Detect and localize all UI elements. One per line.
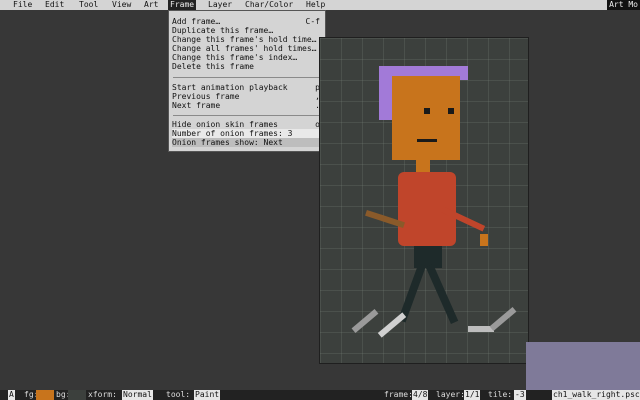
layer-label: layer:: [436, 390, 465, 399]
bg-swatch[interactable]: [68, 390, 86, 400]
menu-item-duplicate-frame[interactable]: Duplicate this frame…: [172, 26, 322, 35]
menu-help[interactable]: Help: [304, 0, 327, 10]
menu-art[interactable]: Art: [142, 0, 160, 10]
menu-item-change-hold-time[interactable]: Change this frame's hold time…: [172, 35, 322, 44]
fg-swatch[interactable]: [36, 390, 54, 400]
character-leg-right: [425, 264, 459, 324]
frame-label: frame:: [384, 390, 413, 399]
menu-item-onion-frame-count[interactable]: Number of onion frames: 3: [172, 129, 322, 138]
character-eye: [424, 108, 430, 114]
character-neck: [416, 160, 430, 172]
menu-item-delete-frame[interactable]: Delete this frame: [172, 62, 322, 71]
menu-frame[interactable]: Frame: [168, 0, 197, 10]
menu-tool[interactable]: Tool: [77, 0, 100, 10]
current-char[interactable]: A: [8, 390, 15, 400]
frame-menu-dropdown: Add frame… C-f Duplicate this frame… Chan…: [168, 10, 326, 152]
tool-label: tool:: [166, 390, 191, 399]
tile-label: tile:: [488, 390, 513, 399]
menu-item-next-frame[interactable]: Next frame.: [172, 101, 322, 110]
character-shoe: [489, 307, 517, 331]
art-canvas[interactable]: [319, 37, 529, 364]
tile-value[interactable]: -3: [514, 390, 526, 400]
menu-separator: [173, 77, 321, 78]
menu-item-onion-frames-show[interactable]: Onion frames show: Next: [172, 138, 322, 147]
mode-indicator: Art Mo: [607, 0, 640, 10]
frame-preview-icon: [526, 342, 640, 390]
menu-item-change-all-hold-times[interactable]: Change all frames' hold times…: [172, 44, 322, 53]
menu-item-hide-onion-skin[interactable]: Hide onion skin frames o: [172, 120, 322, 129]
menu-bar: File Edit Tool View Art Frame Layer Char…: [0, 0, 640, 10]
frame-value[interactable]: 4/8: [412, 390, 429, 400]
character-mouth: [417, 139, 437, 142]
xform-label: xform:: [88, 390, 117, 399]
menu-edit[interactable]: Edit: [43, 0, 66, 10]
character-eye: [448, 108, 454, 114]
character-hand: [480, 234, 488, 246]
character-shoe: [351, 309, 379, 333]
xform-value[interactable]: Normal: [122, 390, 153, 400]
status-bar: A fg: bg: xform: Normal tool: Paint fram…: [0, 390, 640, 400]
menu-separator: [173, 115, 321, 116]
menu-item-start-playback[interactable]: Start animation playback p: [172, 83, 322, 92]
layer-value[interactable]: 1/1: [464, 390, 481, 400]
menu-view[interactable]: View: [110, 0, 133, 10]
character-head: [392, 76, 460, 160]
menu-char-color[interactable]: Char/Color: [243, 0, 295, 10]
menu-item-change-frame-index[interactable]: Change this frame's index…: [172, 53, 322, 62]
menu-file[interactable]: File: [11, 0, 34, 10]
tool-value[interactable]: Paint: [194, 390, 221, 400]
menu-item-add-frame[interactable]: Add frame… C-f: [172, 17, 322, 26]
character-shoe: [377, 312, 407, 338]
filename: ch1_walk_right.psc: [552, 390, 640, 400]
menu-item-previous-frame[interactable]: Previous frame,: [172, 92, 322, 101]
menu-layer[interactable]: Layer: [206, 0, 234, 10]
character-hair-side: [379, 80, 392, 120]
